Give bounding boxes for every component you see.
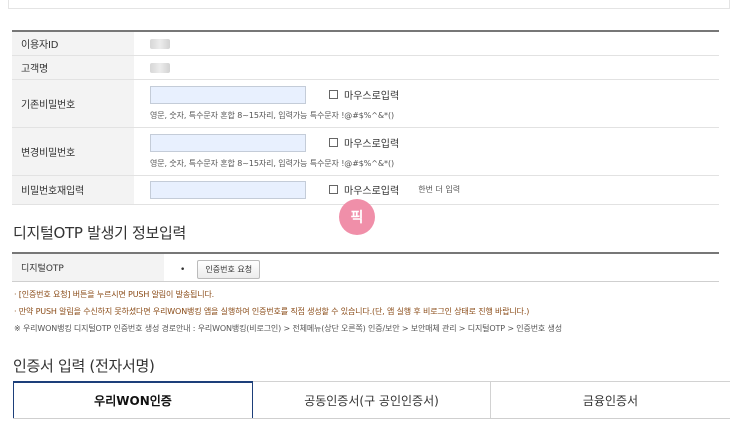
form-row-digital-otp: 디지털OTP • 인증번호 요청: [12, 253, 719, 282]
form-row-current-password: 기존비밀번호 마우스로입력 영문, 숫자, 특수문자 혼합 8~15자리, 입력…: [12, 79, 719, 128]
user-id-label: 이용자ID: [12, 31, 134, 56]
otp-notes: · [인증번호 요청] 버튼을 누르시면 PUSH 알림이 발송됩니다. · 만…: [14, 289, 724, 340]
tab-woori-won-auth[interactable]: 우리WON인증: [13, 381, 253, 418]
note-otp-path: ※ 우리WON뱅킹 디지털OTP 인증번호 생성 경로안내 : 우리WON뱅킹(…: [14, 324, 562, 333]
customer-name-value-masked: [150, 63, 170, 73]
checkbox-icon[interactable]: [329, 90, 338, 99]
request-auth-code-button[interactable]: 인증번호 요청: [197, 259, 261, 279]
otp-form: 디지털OTP • 인증번호 요청: [12, 252, 719, 282]
confirm-password-mouse-input-toggle[interactable]: 마우스로입력: [329, 182, 399, 197]
tab-financial-certificate[interactable]: 금융인증서: [491, 381, 730, 418]
current-password-label: 기존비밀번호: [12, 79, 134, 128]
new-password-input[interactable]: [150, 133, 306, 152]
top-panel-edge: [8, 0, 730, 9]
cert-section-title: 인증서 입력 (전자서명): [13, 357, 155, 375]
new-password-label: 변경비밀번호: [12, 127, 134, 176]
confirm-password-label: 비밀번호재입력: [12, 175, 134, 205]
bullet-icon: •: [180, 264, 186, 275]
form-row-user-id: 이용자ID: [12, 31, 719, 56]
password-change-form: 이용자ID 고객명 기존비밀번호 마우스로입력 영문, 숫자, 특수문자 혼합 …: [12, 30, 719, 205]
cert-tabs: 우리WON인증 공동인증서(구 공인인증서) 금융인증서: [13, 381, 730, 419]
checkbox-icon[interactable]: [329, 185, 338, 194]
mouse-input-label: 마우스로입력: [344, 91, 400, 102]
note-push-fallback: · 만약 PUSH 알림을 수신하지 못하셨다면 우리WON뱅킹 앱을 실행하여…: [14, 307, 530, 316]
new-password-hint: 영문, 숫자, 특수문자 혼합 8~15자리, 입력가능 특수문자 !@#$%^…: [150, 158, 394, 168]
current-password-mouse-input-toggle[interactable]: 마우스로입력: [329, 87, 399, 102]
customer-name-label: 고객명: [12, 55, 134, 80]
mouse-input-label: 마우스로입력: [344, 186, 400, 197]
tab-joint-certificate[interactable]: 공동인증서(구 공인인증서): [253, 381, 491, 418]
checkbox-icon[interactable]: [329, 138, 338, 147]
form-row-customer-name: 고객명: [12, 55, 719, 80]
confirm-password-hint: 한번 더 입력: [418, 185, 461, 194]
form-row-new-password: 변경비밀번호 마우스로입력 영문, 숫자, 특수문자 혼합 8~15자리, 입력…: [12, 127, 719, 176]
otp-section-title: 디지털OTP 발생기 정보입력: [13, 224, 187, 242]
note-push-sent: · [인증번호 요청] 버튼을 누르시면 PUSH 알림이 발송됩니다.: [14, 290, 215, 299]
digital-otp-label: 디지털OTP: [12, 253, 164, 282]
current-password-hint: 영문, 숫자, 특수문자 혼합 8~15자리, 입력가능 특수문자 !@#$%^…: [150, 110, 394, 120]
user-id-value-masked: [150, 39, 170, 50]
pick-badge: 픽: [339, 199, 375, 235]
confirm-password-input[interactable]: [150, 180, 306, 199]
current-password-input[interactable]: [150, 85, 306, 104]
new-password-mouse-input-toggle[interactable]: 마우스로입력: [329, 135, 399, 150]
form-row-confirm-password: 비밀번호재입력 마우스로입력 한번 더 입력: [12, 175, 719, 205]
mouse-input-label: 마우스로입력: [344, 139, 400, 150]
